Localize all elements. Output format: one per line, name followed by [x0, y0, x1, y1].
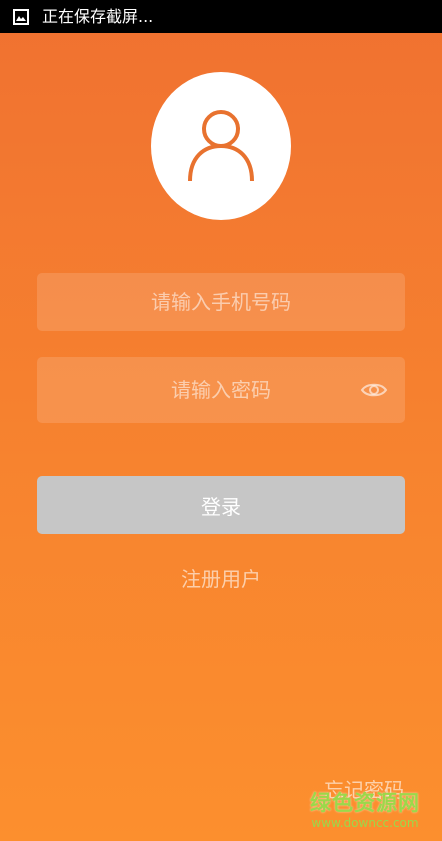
status-bar: 正在保存截屏...: [0, 0, 442, 33]
watermark: 绿色资源网 www.downcc.com: [310, 790, 420, 830]
screenshot-icon: [12, 8, 30, 26]
watermark-url: www.downcc.com: [311, 816, 419, 830]
register-link[interactable]: 注册用户: [0, 563, 442, 592]
login-button[interactable]: 登录: [37, 476, 405, 534]
avatar[interactable]: [151, 72, 291, 220]
status-text: 正在保存截屏...: [42, 7, 154, 26]
phone-field-container: [37, 273, 405, 331]
password-input[interactable]: [37, 357, 405, 423]
phone-input[interactable]: [37, 273, 405, 331]
user-icon: [188, 110, 254, 182]
password-field-container: [37, 357, 405, 423]
watermark-title: 绿色资源网: [310, 791, 420, 815]
eye-icon[interactable]: [359, 379, 389, 401]
